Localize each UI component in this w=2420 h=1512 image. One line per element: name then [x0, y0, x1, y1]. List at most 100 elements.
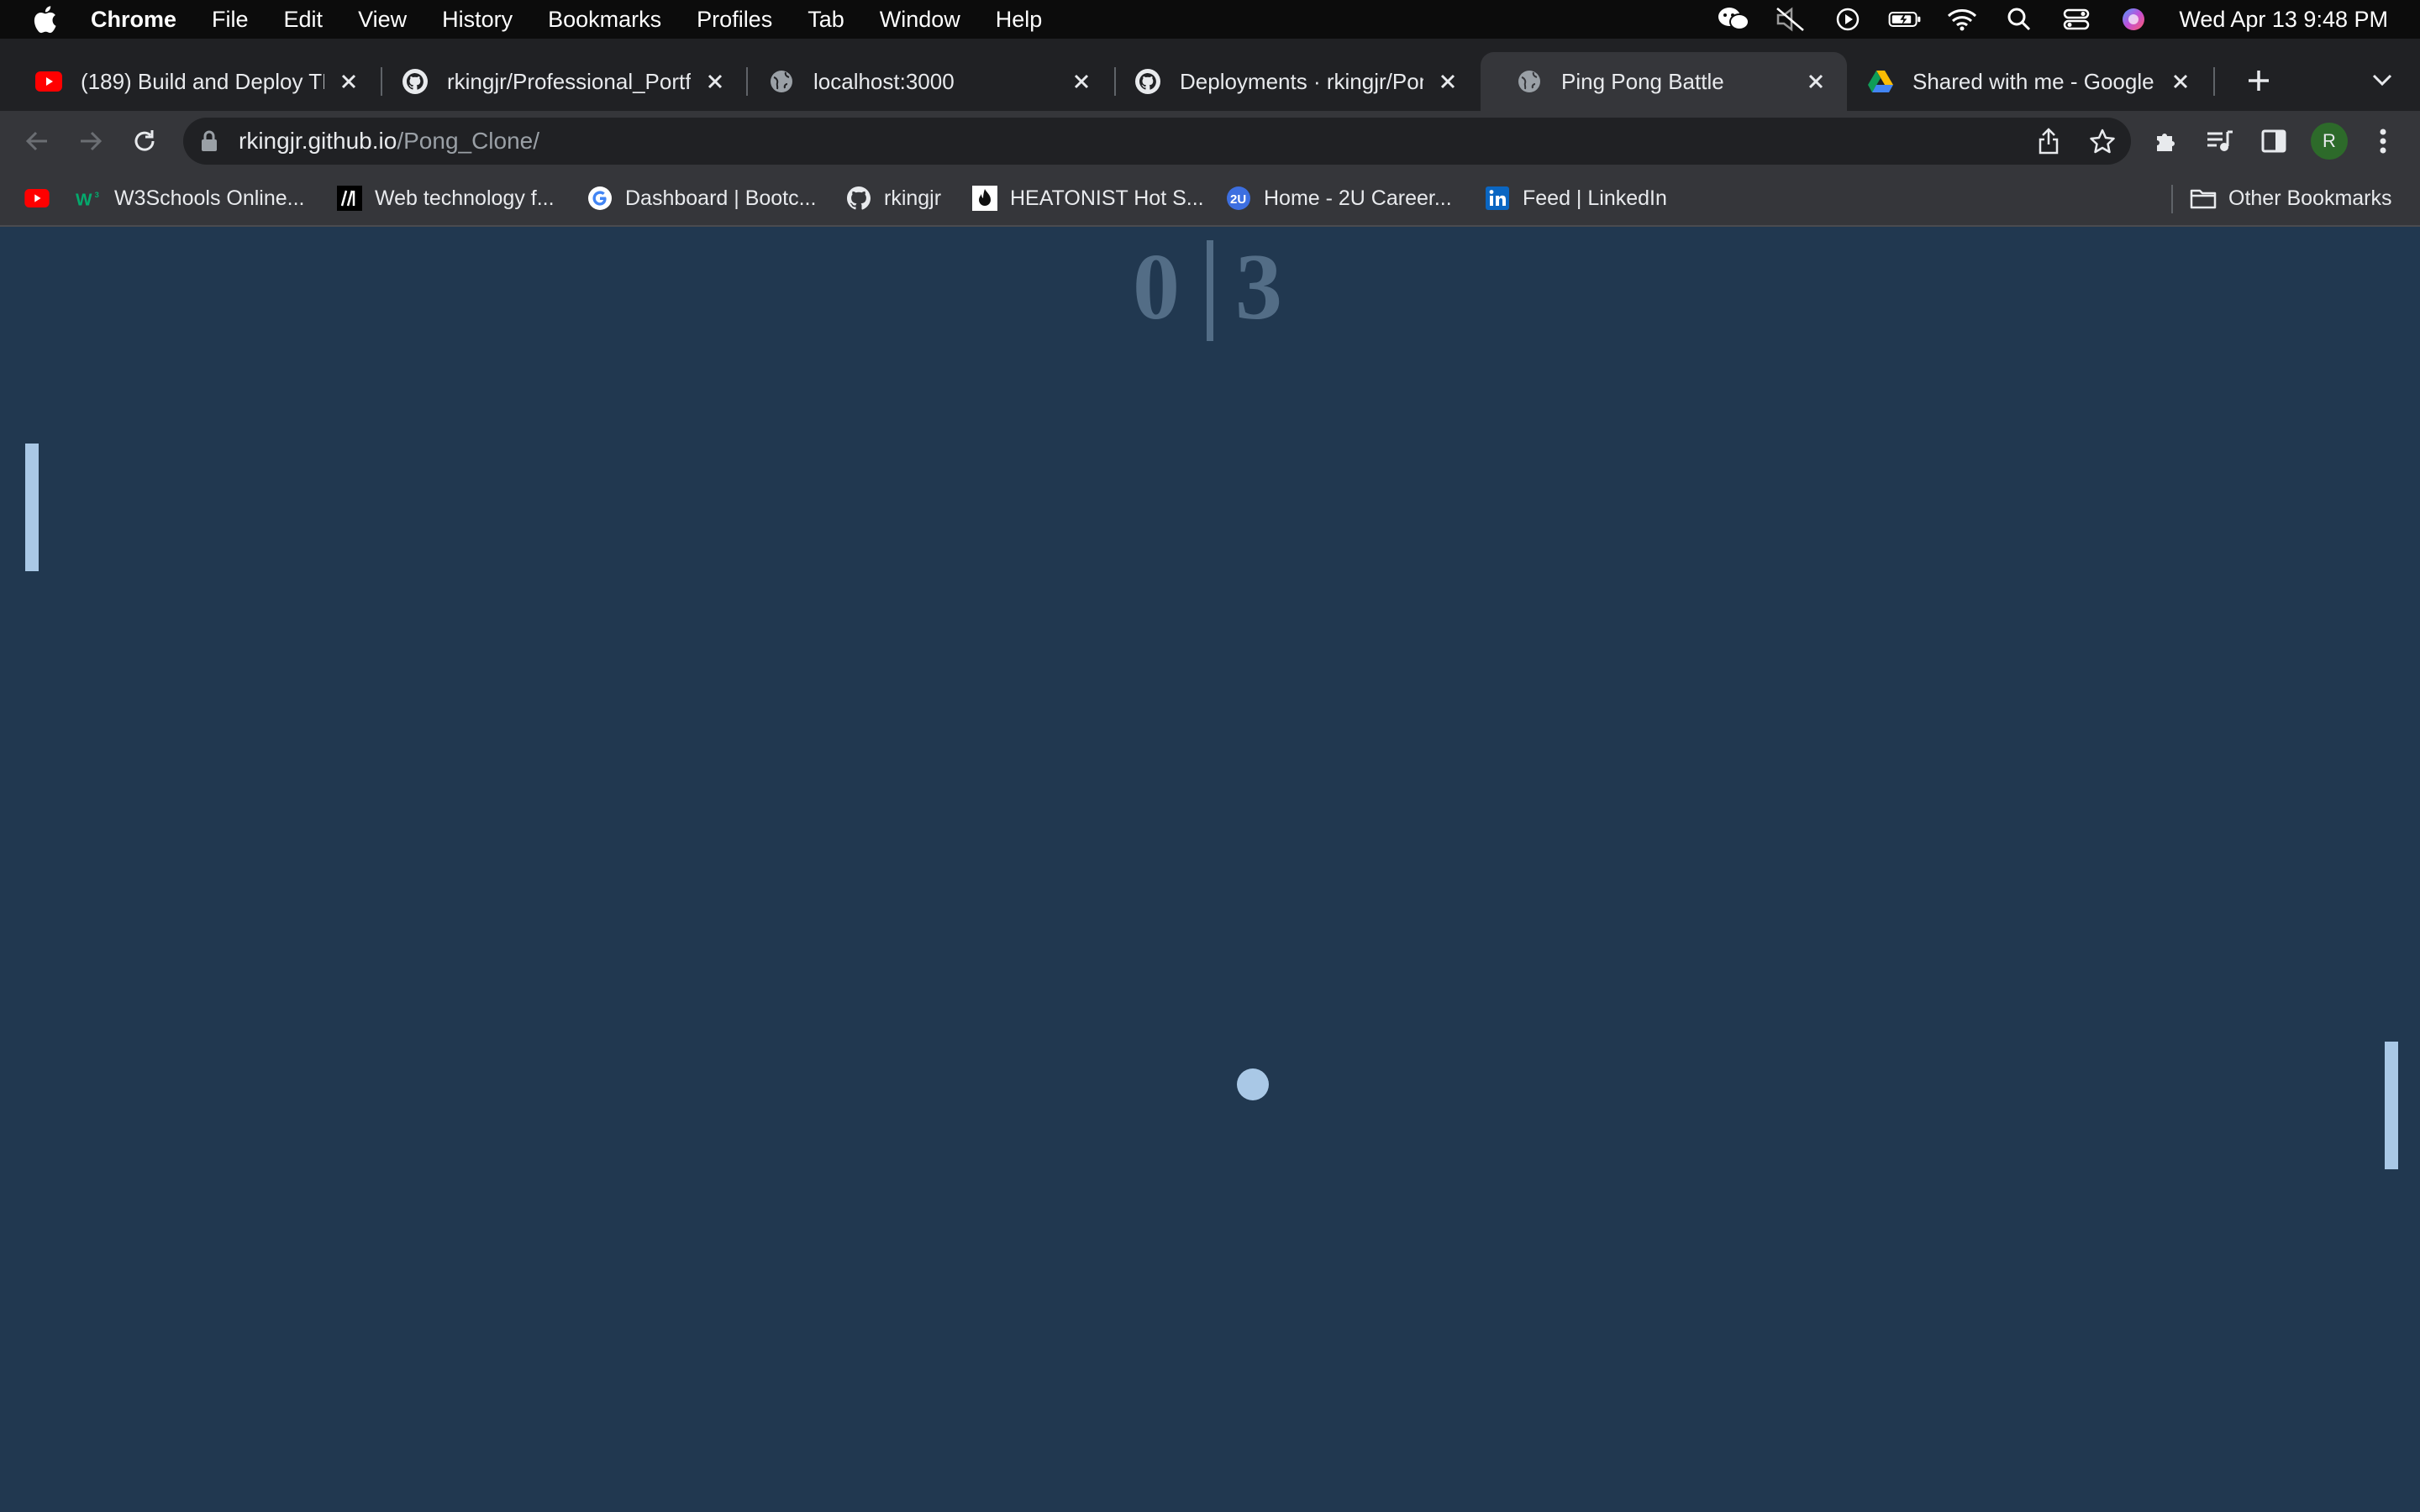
score-divider: [1207, 240, 1213, 341]
svg-text:W: W: [76, 190, 92, 209]
spotlight-search-icon[interactable]: [2002, 7, 2036, 32]
bookmark-mdn[interactable]: Web technology f...: [336, 183, 555, 213]
bookmark-2u-career[interactable]: 2U Home - 2U Career...: [1225, 183, 1452, 213]
bookmark-heatonist[interactable]: HEATONIST Hot S...: [971, 183, 1204, 213]
bookmark-linkedin[interactable]: Feed | LinkedIn: [1484, 183, 1667, 213]
tab-ping-pong-battle[interactable]: Ping Pong Battle: [1481, 52, 1847, 111]
forward-button[interactable]: [71, 121, 111, 161]
plus-icon: [2249, 71, 2269, 91]
tab-github-portfolio[interactable]: rkingjr/Professional_Portfol: [366, 52, 746, 111]
siri-icon[interactable]: [2117, 7, 2150, 32]
bookmark-youtube[interactable]: [24, 183, 50, 213]
mute-icon[interactable]: [1774, 7, 1807, 32]
close-icon[interactable]: [1803, 69, 1828, 94]
bookmark-rkingjr[interactable]: rkingjr: [845, 183, 941, 213]
heatonist-icon: [971, 185, 998, 212]
bookmarks-divider: [2171, 185, 2173, 213]
menu-tab[interactable]: Tab: [808, 7, 844, 33]
control-center-icon[interactable]: [2060, 7, 2093, 32]
pong-game-canvas[interactable]: 0 3: [0, 227, 2420, 1512]
paddle-right: [2385, 1042, 2398, 1169]
arrow-left-icon: [25, 131, 47, 151]
bookmark-label: Feed | LinkedIn: [1523, 186, 1667, 210]
menu-help[interactable]: Help: [996, 7, 1043, 33]
tab-github-deployments[interactable]: Deployments · rkingjr/Pong: [1099, 52, 1479, 111]
score-left: 0: [1133, 235, 1180, 339]
side-panel-button[interactable]: [2254, 121, 2294, 161]
play-icon[interactable]: [1831, 7, 1865, 32]
chrome-menu-button[interactable]: [2363, 121, 2403, 161]
menu-file[interactable]: File: [212, 7, 249, 33]
bookmark-w3schools[interactable]: W3 W3Schools Online...: [76, 183, 305, 213]
github-icon: [845, 185, 872, 212]
url-text[interactable]: rkingjr.github.io/Pong_Clone/: [239, 128, 539, 155]
tab-youtube[interactable]: (189) Build and Deploy THE: [0, 52, 380, 111]
bookmark-star-icon[interactable]: [2087, 126, 2118, 156]
wifi-icon[interactable]: [1945, 7, 1979, 32]
back-button[interactable]: [17, 121, 57, 161]
share-icon[interactable]: [2033, 126, 2064, 156]
svg-text:2U: 2U: [1230, 192, 1246, 207]
close-icon[interactable]: [336, 69, 361, 94]
bookmark-bootcamp-dashboard[interactable]: Dashboard | Bootc...: [587, 183, 816, 213]
folder-icon: [2190, 185, 2217, 212]
apple-icon[interactable]: [32, 5, 62, 34]
bookmark-label: rkingjr: [884, 186, 942, 210]
close-icon[interactable]: [2168, 69, 2193, 94]
tab-title: (189) Build and Deploy THE: [81, 68, 324, 94]
chevron-down-icon: [2372, 74, 2392, 87]
tab-strip: (189) Build and Deploy THE rkingjr/Profe…: [0, 39, 2420, 111]
extensions-button[interactable]: [2146, 121, 2186, 161]
battery-icon[interactable]: [1888, 7, 1922, 32]
bookmark-label: Other Bookmarks: [2228, 186, 2392, 210]
menu-edit[interactable]: Edit: [284, 7, 324, 33]
globe-icon: [768, 68, 795, 95]
tab-title: localhost:3000: [813, 68, 955, 94]
score-right: 3: [1235, 235, 1282, 339]
profile-avatar[interactable]: R: [2311, 123, 2348, 160]
media-control-button[interactable]: [2200, 121, 2240, 161]
tab-divider: [2213, 67, 2215, 96]
other-bookmarks-folder[interactable]: Other Bookmarks: [2190, 183, 2392, 213]
github-icon: [402, 68, 429, 95]
wechat-icon[interactable]: [1717, 7, 1750, 32]
close-icon[interactable]: [1435, 69, 1460, 94]
menu-view[interactable]: View: [358, 7, 407, 33]
app-menu-chrome[interactable]: Chrome: [91, 7, 176, 33]
github-icon: [1134, 68, 1161, 95]
browser-toolbar: rkingjr.github.io/Pong_Clone/ R: [0, 111, 2420, 171]
url-host: rkingjr.github.io: [239, 128, 397, 154]
bookmark-label: Web technology f...: [375, 186, 555, 210]
close-icon[interactable]: [1069, 69, 1094, 94]
menu-bookmarks[interactable]: Bookmarks: [548, 7, 661, 33]
tab-title: Deployments · rkingjr/Pong: [1180, 68, 1423, 94]
linkedin-icon: [1484, 185, 1511, 212]
paddle-left: [25, 444, 39, 571]
address-bar[interactable]: rkingjr.github.io/Pong_Clone/: [183, 118, 2131, 165]
menu-window[interactable]: Window: [880, 7, 960, 33]
bookmark-label: Dashboard | Bootc...: [625, 186, 817, 210]
menubar-clock[interactable]: Wed Apr 13 9:48 PM: [2179, 7, 2388, 33]
tab-localhost[interactable]: localhost:3000: [733, 52, 1113, 111]
bookmark-label: HEATONIST Hot S...: [1010, 186, 1204, 210]
close-icon[interactable]: [702, 69, 728, 94]
url-path: /Pong_Clone/: [397, 128, 540, 154]
reload-button[interactable]: [124, 121, 165, 161]
tab-google-drive[interactable]: Shared with me - Google D: [1832, 52, 2212, 111]
new-tab-button[interactable]: [2235, 57, 2282, 104]
more-vert-icon: [2380, 129, 2386, 154]
bookmark-label: W3Schools Online...: [114, 186, 305, 210]
bookmarks-bar: W3 W3Schools Online... Web technology f.…: [0, 171, 2420, 227]
music-queue-icon: [2207, 130, 2233, 151]
tab-search-button[interactable]: [2361, 59, 2403, 101]
bookmark-label: Home - 2U Career...: [1264, 186, 1452, 210]
menubar-status-area: Wed Apr 13 9:48 PM: [1693, 0, 2388, 39]
lock-icon[interactable]: [200, 129, 224, 153]
globe-icon: [1516, 68, 1543, 95]
menu-history[interactable]: History: [442, 7, 513, 33]
mdn-icon: [336, 185, 363, 212]
menu-profiles[interactable]: Profiles: [697, 7, 772, 33]
2u-icon: 2U: [1225, 185, 1252, 212]
macos-menu-bar: Chrome File Edit View History Bookmarks …: [0, 0, 2420, 39]
arrow-right-icon: [81, 131, 103, 151]
